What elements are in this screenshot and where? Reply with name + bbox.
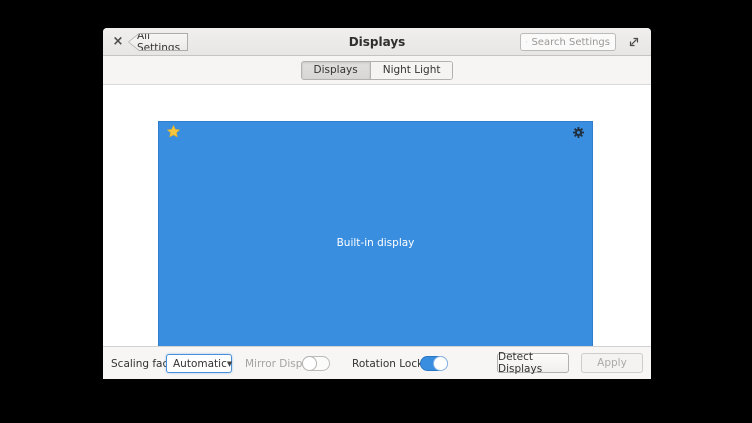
mirror-display-toggle[interactable] <box>302 356 330 371</box>
tab-night-light-label: Night Light <box>383 64 441 76</box>
search-input[interactable]: Search Settings <box>520 33 616 51</box>
displays-settings-window: × All Settings Displays Search Settings <box>103 28 651 379</box>
tab-displays[interactable]: Displays <box>302 62 370 79</box>
toggle-knob <box>433 356 448 371</box>
header-bar: × All Settings Displays Search Settings <box>103 28 651 56</box>
displays-canvas: Built-in display <box>103 86 651 346</box>
display-preview[interactable]: Built-in display <box>158 121 593 365</box>
rotation-lock-toggle[interactable] <box>420 356 448 371</box>
rotation-lock-label: Rotation Lock: <box>352 347 427 379</box>
tab-night-light[interactable]: Night Light <box>370 62 453 79</box>
back-button-label: All Settings <box>137 30 187 54</box>
view-switcher: Displays Night Light <box>103 56 651 85</box>
apply-button[interactable]: Apply <box>581 353 643 373</box>
display-settings-gear-icon[interactable] <box>572 126 585 139</box>
detect-displays-label: Detect Displays <box>498 351 568 375</box>
apply-label: Apply <box>597 357 627 369</box>
detect-displays-button[interactable]: Detect Displays <box>497 353 569 373</box>
action-bar: Scaling factor: Automatic ▼ Mirror Displ… <box>103 346 651 379</box>
scaling-factor-dropdown[interactable]: Automatic ▼ <box>166 354 232 373</box>
desktop-background: × All Settings Displays Search Settings <box>0 0 752 423</box>
primary-display-star-icon <box>167 125 180 138</box>
maximize-button[interactable] <box>625 33 643 51</box>
display-name-label: Built-in display <box>159 122 592 364</box>
toggle-knob <box>302 356 317 371</box>
chevron-down-icon: ▼ <box>227 360 232 368</box>
tab-displays-label: Displays <box>314 64 358 76</box>
scaling-factor-value: Automatic <box>173 358 227 370</box>
close-icon: × <box>113 34 124 49</box>
search-placeholder: Search Settings <box>531 37 610 48</box>
close-button[interactable]: × <box>109 32 127 50</box>
expand-icon <box>628 36 640 48</box>
search-icon <box>526 37 527 47</box>
all-settings-back-button[interactable]: All Settings <box>128 33 188 51</box>
